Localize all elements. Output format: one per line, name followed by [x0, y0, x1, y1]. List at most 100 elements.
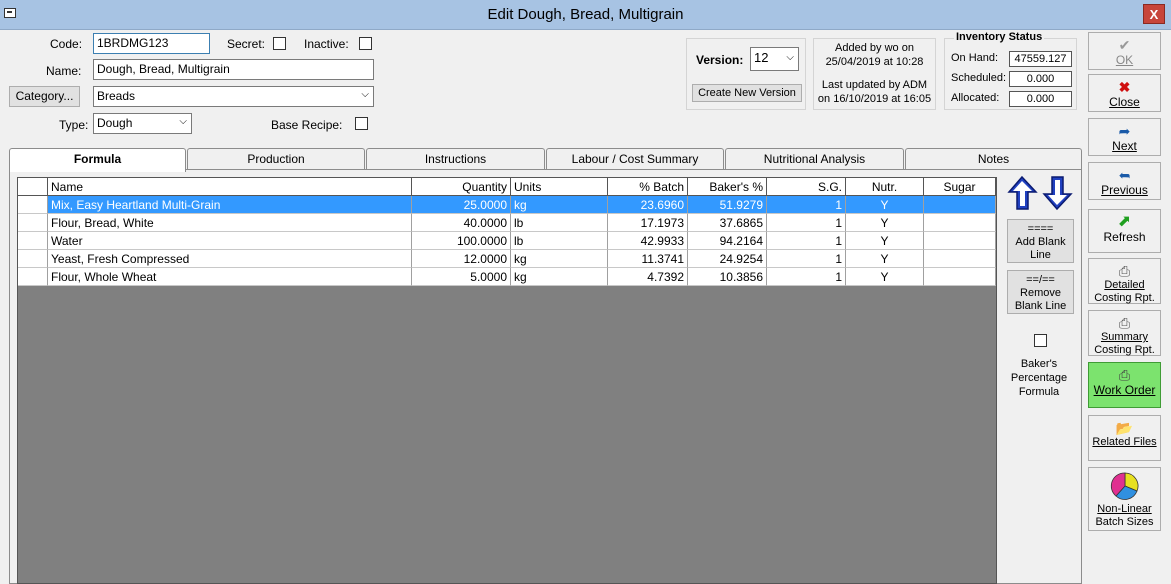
table-cell[interactable]: 1: [767, 232, 846, 250]
column-header[interactable]: Nutr.: [846, 178, 924, 196]
tab-formula[interactable]: Formula: [9, 148, 186, 172]
table-cell[interactable]: 1: [767, 250, 846, 268]
table-row[interactable]: Mix, Easy Heartland Multi-Grain 25.0000 kg…: [18, 196, 996, 214]
table-cell[interactable]: 25.0000: [412, 196, 511, 214]
code-field[interactable]: 1BRDMG123: [93, 33, 210, 54]
refresh-arrow-icon: ⬈: [1117, 213, 1132, 230]
table-cell[interactable]: Y: [846, 196, 924, 214]
related-files-button[interactable]: 📂 Related Files: [1088, 415, 1161, 461]
table-cell[interactable]: Flour, Whole Wheat: [48, 268, 412, 286]
window-close-button[interactable]: X: [1143, 4, 1165, 24]
category-button[interactable]: Category...: [9, 86, 80, 107]
row-indicator[interactable]: [18, 250, 48, 268]
ok-button[interactable]: ✔ OK: [1088, 32, 1161, 70]
tab-production[interactable]: Production: [187, 148, 365, 170]
previous-button[interactable]: ➦ Previous: [1088, 162, 1161, 200]
move-down-arrow-icon[interactable]: [1042, 175, 1073, 211]
table-cell[interactable]: Mix, Easy Heartland Multi-Grain: [48, 196, 412, 214]
table-cell[interactable]: [924, 268, 996, 286]
updated-date-text: on 16/10/2019 at 16:05: [817, 93, 932, 105]
table-cell[interactable]: 94.2164: [688, 232, 767, 250]
bakers-percentage-checkbox[interactable]: [1034, 334, 1047, 347]
summary-costing-report-button[interactable]: ⎙ Summary Costing Rpt.: [1088, 310, 1161, 356]
row-indicator[interactable]: [18, 214, 48, 232]
table-row[interactable]: Flour, Whole Wheat 5.0000 kg 4.7392 10.3856 1…: [18, 268, 996, 286]
column-header[interactable]: Units: [511, 178, 608, 196]
table-cell[interactable]: 37.6865: [688, 214, 767, 232]
table-cell[interactable]: Y: [846, 214, 924, 232]
column-header[interactable]: Baker's %: [688, 178, 767, 196]
add-blank-label-1: Add Blank: [1015, 236, 1066, 248]
table-row[interactable]: Water 100.0000 lb 42.9933 94.2164 1 Y: [18, 232, 996, 250]
refresh-button[interactable]: ⬈ Refresh: [1088, 209, 1161, 253]
table-cell[interactable]: 40.0000: [412, 214, 511, 232]
table-cell[interactable]: 1: [767, 214, 846, 232]
printer-icon: ⎙: [1118, 367, 1131, 383]
table-cell[interactable]: Y: [846, 232, 924, 250]
table-cell[interactable]: 10.3856: [688, 268, 767, 286]
table-cell[interactable]: Y: [846, 268, 924, 286]
table-cell[interactable]: 17.1973: [608, 214, 688, 232]
version-label: Version:: [696, 53, 744, 67]
row-indicator[interactable]: [18, 196, 48, 214]
secret-checkbox[interactable]: [273, 37, 286, 50]
table-row[interactable]: Flour, Bread, White 40.0000 lb 17.1973 37.68…: [18, 214, 996, 232]
column-header[interactable]: Sugar: [924, 178, 996, 196]
work-order-button[interactable]: ⎙ Work Order: [1088, 362, 1161, 408]
detailed-costing-report-button[interactable]: ⎙ Detailed Costing Rpt.: [1088, 258, 1161, 304]
create-new-version-button[interactable]: Create New Version: [692, 84, 802, 102]
tab-instructions[interactable]: Instructions: [366, 148, 545, 170]
move-up-arrow-icon[interactable]: [1007, 175, 1038, 211]
table-cell[interactable]: 1: [767, 268, 846, 286]
table-cell[interactable]: lb: [511, 214, 608, 232]
table-cell[interactable]: Yeast, Fresh Compressed: [48, 250, 412, 268]
table-cell[interactable]: 24.9254: [688, 250, 767, 268]
close-button[interactable]: ✖ Close: [1088, 74, 1161, 112]
table-cell[interactable]: kg: [511, 268, 608, 286]
table-cell[interactable]: 4.7392: [608, 268, 688, 286]
table-cell[interactable]: [924, 250, 996, 268]
column-header[interactable]: S.G.: [767, 178, 846, 196]
tab-notes[interactable]: Notes: [905, 148, 1082, 170]
inactive-checkbox[interactable]: [359, 37, 372, 50]
table-cell[interactable]: [924, 232, 996, 250]
bakers-label-1: Baker's: [1020, 358, 1058, 370]
column-header[interactable]: % Batch: [608, 178, 688, 196]
table-cell[interactable]: [924, 196, 996, 214]
table-cell[interactable]: Y: [846, 250, 924, 268]
tab-labour-cost-summary[interactable]: Labour / Cost Summary: [546, 148, 724, 170]
non-linear-batch-sizes-button[interactable]: Non-Linear Batch Sizes: [1088, 467, 1161, 531]
row-indicator[interactable]: [18, 268, 48, 286]
table-cell[interactable]: lb: [511, 232, 608, 250]
table-cell[interactable]: kg: [511, 250, 608, 268]
table-cell[interactable]: Water: [48, 232, 412, 250]
table-cell[interactable]: Flour, Bread, White: [48, 214, 412, 232]
row-indicator[interactable]: [18, 232, 48, 250]
tab-nutritional-analysis[interactable]: Nutritional Analysis: [725, 148, 904, 170]
remove-blank-line-button[interactable]: ==/== Remove Blank Line: [1007, 270, 1074, 314]
category-select[interactable]: Breads ⌵: [93, 86, 374, 107]
added-by-text: Added by wo on: [835, 42, 914, 54]
table-cell[interactable]: 23.6960: [608, 196, 688, 214]
table-row[interactable]: Yeast, Fresh Compressed 12.0000 kg 11.3741 2…: [18, 250, 996, 268]
column-header[interactable]: Quantity: [412, 178, 511, 196]
table-cell[interactable]: 11.3741: [608, 250, 688, 268]
table-cell[interactable]: 1: [767, 196, 846, 214]
table-cell[interactable]: 100.0000: [412, 232, 511, 250]
column-header[interactable]: Name: [48, 178, 412, 196]
type-select[interactable]: Dough ⌵: [93, 113, 192, 134]
table-cell[interactable]: 5.0000: [412, 268, 511, 286]
table-cell[interactable]: 51.9279: [688, 196, 767, 214]
formula-grid[interactable]: Name Quantity Units % Batch Baker's % S.…: [17, 177, 997, 584]
chevron-down-icon: ⌵: [361, 89, 369, 100]
version-select[interactable]: 12 ⌵: [750, 47, 799, 71]
base-recipe-checkbox[interactable]: [355, 117, 368, 130]
table-cell[interactable]: 12.0000: [412, 250, 511, 268]
table-cell[interactable]: 42.9933: [608, 232, 688, 250]
table-cell[interactable]: kg: [511, 196, 608, 214]
inventory-status-panel: Inventory Status On Hand: 47559.127 Sche…: [944, 31, 1077, 110]
name-field[interactable]: Dough, Bread, Multigrain: [93, 59, 374, 80]
table-cell[interactable]: [924, 214, 996, 232]
add-blank-line-button[interactable]: ==== Add Blank Line: [1007, 219, 1074, 263]
next-button[interactable]: ➦ Next: [1088, 118, 1161, 156]
